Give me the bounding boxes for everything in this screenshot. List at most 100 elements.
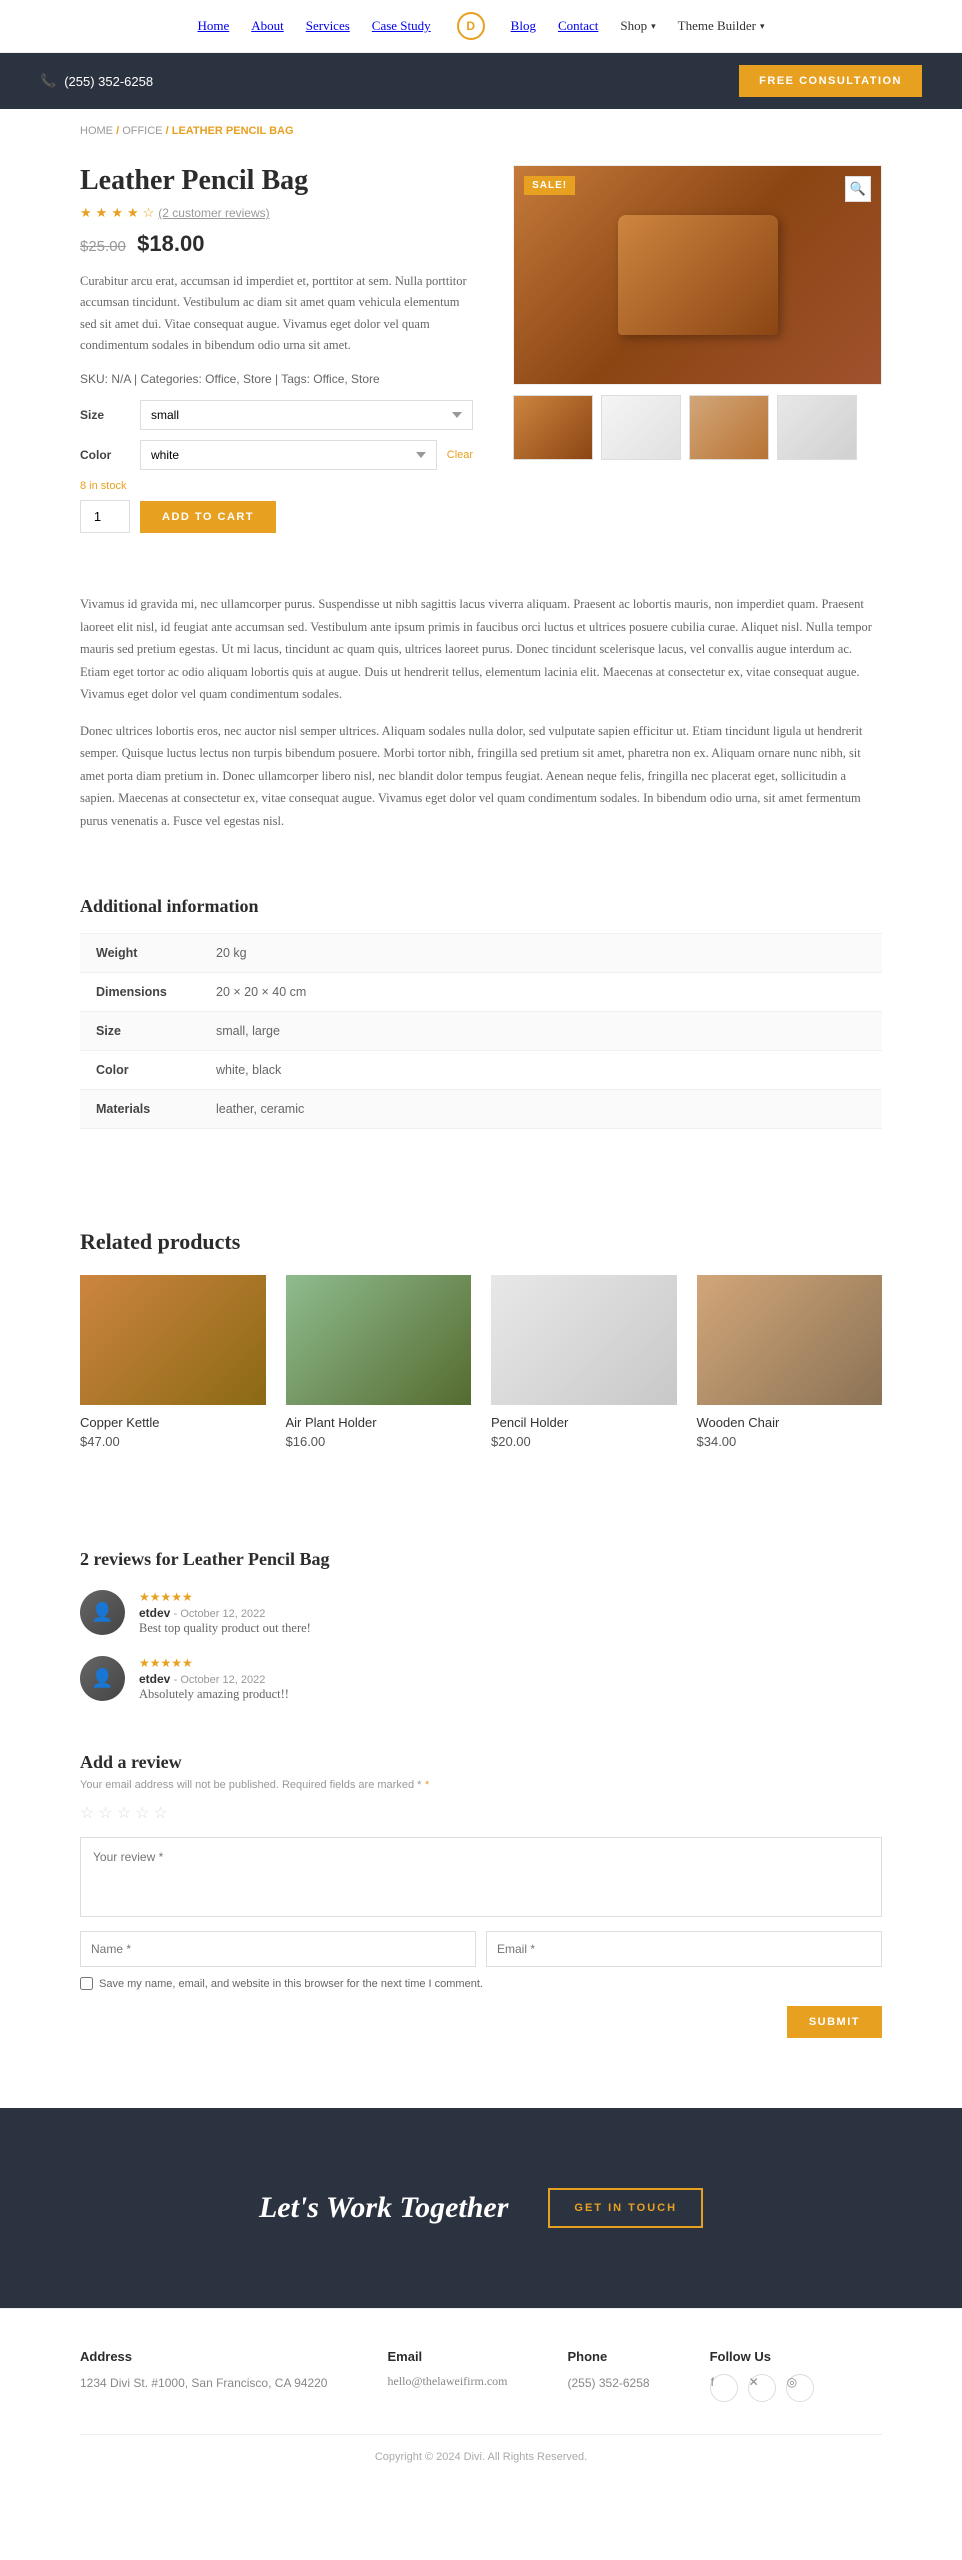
rate-star-1[interactable]: ☆ (80, 1803, 94, 1823)
cta-button[interactable]: GET IN TOUCH (548, 2188, 703, 2228)
qty-cart-area: ADD TO CART (80, 500, 473, 533)
product-thumbnails (513, 395, 882, 460)
review-stars: ★★★★★ (139, 1590, 311, 1605)
reviewer-name-input[interactable] (80, 1931, 476, 1967)
info-value: small, large (200, 1012, 882, 1051)
footer-address-title: Address (80, 2349, 327, 2364)
info-table-row: Colorwhite, black (80, 1051, 882, 1090)
info-label: Dimensions (80, 973, 200, 1012)
info-value: white, black (200, 1051, 882, 1090)
stock-status: 8 in stock (80, 480, 473, 492)
related-products-section: Related products Copper Kettle $47.00 Ai… (0, 1209, 962, 1499)
breadcrumb-home[interactable]: HOME (80, 125, 113, 137)
social-icons: f ✕ ◎ (710, 2374, 814, 2404)
rate-star-2[interactable]: ☆ (98, 1803, 112, 1823)
reviewer-name: etdev (139, 1672, 170, 1686)
long-desc-1: Vivamus id gravida mi, nec ullamcorper p… (80, 593, 882, 706)
breadcrumb-office[interactable]: OFFICE (122, 125, 162, 137)
site-logo[interactable]: D (457, 12, 485, 40)
review-item: 👤 ★★★★★ etdev - October 12, 2022 Best to… (80, 1590, 882, 1636)
footer: Address 1234 Divi St. #1000, San Francis… (0, 2308, 962, 2483)
product-card-price: $16.00 (286, 1434, 472, 1449)
additional-info-table: Weight20 kgDimensions20 × 20 × 40 cmSize… (80, 933, 882, 1129)
nav-contact[interactable]: Contact (558, 18, 598, 34)
nav-home[interactable]: Home (197, 18, 229, 34)
nav-services[interactable]: Services (306, 18, 350, 34)
footer-social-col: Follow Us f ✕ ◎ (710, 2349, 814, 2404)
review-date: - October 12, 2022 (174, 1608, 266, 1620)
thumbnail-4[interactable] (777, 395, 857, 460)
footer-email-link[interactable]: hello@thelaweifirm.com (387, 2374, 507, 2389)
product-card-image (697, 1275, 883, 1405)
add-review-section: Add a review Your email address will not… (0, 1752, 962, 2078)
nav-theme-builder[interactable]: Theme Builder ▾ (678, 18, 765, 34)
thumbnail-3[interactable] (689, 395, 769, 460)
reviews-title: 2 reviews for Leather Pencil Bag (80, 1549, 882, 1570)
color-select[interactable]: white black (140, 440, 437, 470)
submit-review-button[interactable]: SUBMIT (787, 2006, 882, 2038)
save-info-label: Save my name, email, and website in this… (99, 1978, 483, 1990)
product-image-display (514, 166, 881, 384)
rate-star-5[interactable]: ☆ (153, 1803, 167, 1823)
facebook-icon[interactable]: f (710, 2374, 738, 2402)
nav-shop-dropdown[interactable]: Shop ▾ (620, 18, 655, 34)
cta-title: Let's Work Together (259, 2191, 508, 2225)
twitter-icon[interactable]: ✕ (748, 2374, 776, 2402)
rate-star-4[interactable]: ☆ (135, 1803, 149, 1823)
product-card-name: Air Plant Holder (286, 1415, 472, 1430)
star-3: ★ (111, 205, 123, 221)
reviewer-meta: etdev - October 12, 2022 (139, 1605, 311, 1621)
size-label: Size (80, 408, 130, 422)
nav-about[interactable]: About (251, 18, 284, 34)
save-info-checkbox[interactable] (80, 1977, 93, 1990)
phone-icon: 📞 (40, 73, 56, 89)
review-count[interactable]: (2 customer reviews) (158, 206, 269, 220)
reviewer-avatar: 👤 (80, 1656, 125, 1701)
old-price: $25.00 (80, 238, 126, 255)
add-to-cart-button[interactable]: ADD TO CART (140, 501, 276, 533)
clear-filters-link[interactable]: Clear (447, 449, 473, 461)
reviewer-email-input[interactable] (486, 1931, 882, 1967)
product-card-image (491, 1275, 677, 1405)
footer-phone-title: Phone (568, 2349, 650, 2364)
info-label: Color (80, 1051, 200, 1090)
size-select[interactable]: small medium large (140, 400, 473, 430)
nav-case-study[interactable]: Case Study (372, 18, 431, 34)
info-label: Materials (80, 1090, 200, 1129)
bag-image (618, 215, 778, 335)
consultation-button[interactable]: FREE CONSULTATION (739, 65, 922, 97)
product-long-description: Vivamus id gravida mi, nec ullamcorper p… (0, 573, 962, 876)
related-product-card[interactable]: Wooden Chair $34.00 (697, 1275, 883, 1449)
related-product-card[interactable]: Pencil Holder $20.00 (491, 1275, 677, 1449)
product-images: SALE! 🔍 (513, 165, 882, 533)
thumbnail-1[interactable] (513, 395, 593, 460)
cta-section: Let's Work Together GET IN TOUCH (0, 2108, 962, 2308)
review-note: Your email address will not be published… (80, 1779, 882, 1791)
info-label: Size (80, 1012, 200, 1051)
sale-badge: SALE! (524, 176, 575, 195)
related-product-card[interactable]: Copper Kettle $47.00 (80, 1275, 266, 1449)
info-value: 20 × 20 × 40 cm (200, 973, 882, 1012)
rate-star-3[interactable]: ☆ (117, 1803, 131, 1823)
reviews-section: 2 reviews for Leather Pencil Bag 👤 ★★★★★… (0, 1529, 962, 1752)
thumbnail-2[interactable] (601, 395, 681, 460)
instagram-icon[interactable]: ◎ (786, 2374, 814, 2402)
add-review-title: Add a review (80, 1752, 882, 1773)
save-info-checkbox-area[interactable]: Save my name, email, and website in this… (80, 1977, 882, 1990)
footer-copyright: Copyright © 2024 Divi. All Rights Reserv… (80, 2434, 882, 2463)
review-textarea[interactable] (80, 1837, 882, 1917)
quantity-input[interactable] (80, 500, 130, 533)
info-value: 20 kg (200, 934, 882, 973)
zoom-icon[interactable]: 🔍 (845, 176, 871, 202)
related-product-card[interactable]: Air Plant Holder $16.00 (286, 1275, 472, 1449)
info-label: Weight (80, 934, 200, 973)
product-card-price: $47.00 (80, 1434, 266, 1449)
review-text: Best top quality product out there! (139, 1621, 311, 1636)
review-content: ★★★★★ etdev - October 12, 2022 Best top … (139, 1590, 311, 1636)
info-table-row: Materialsleather, ceramic (80, 1090, 882, 1129)
product-short-desc: Curabitur arcu erat, accumsan id imperdi… (80, 271, 473, 356)
rating-stars[interactable]: ☆ ☆ ☆ ☆ ☆ (80, 1803, 882, 1823)
nav-blog[interactable]: Blog (511, 18, 536, 34)
product-card-name: Copper Kettle (80, 1415, 266, 1430)
additional-info-title: Additional information (80, 896, 882, 917)
